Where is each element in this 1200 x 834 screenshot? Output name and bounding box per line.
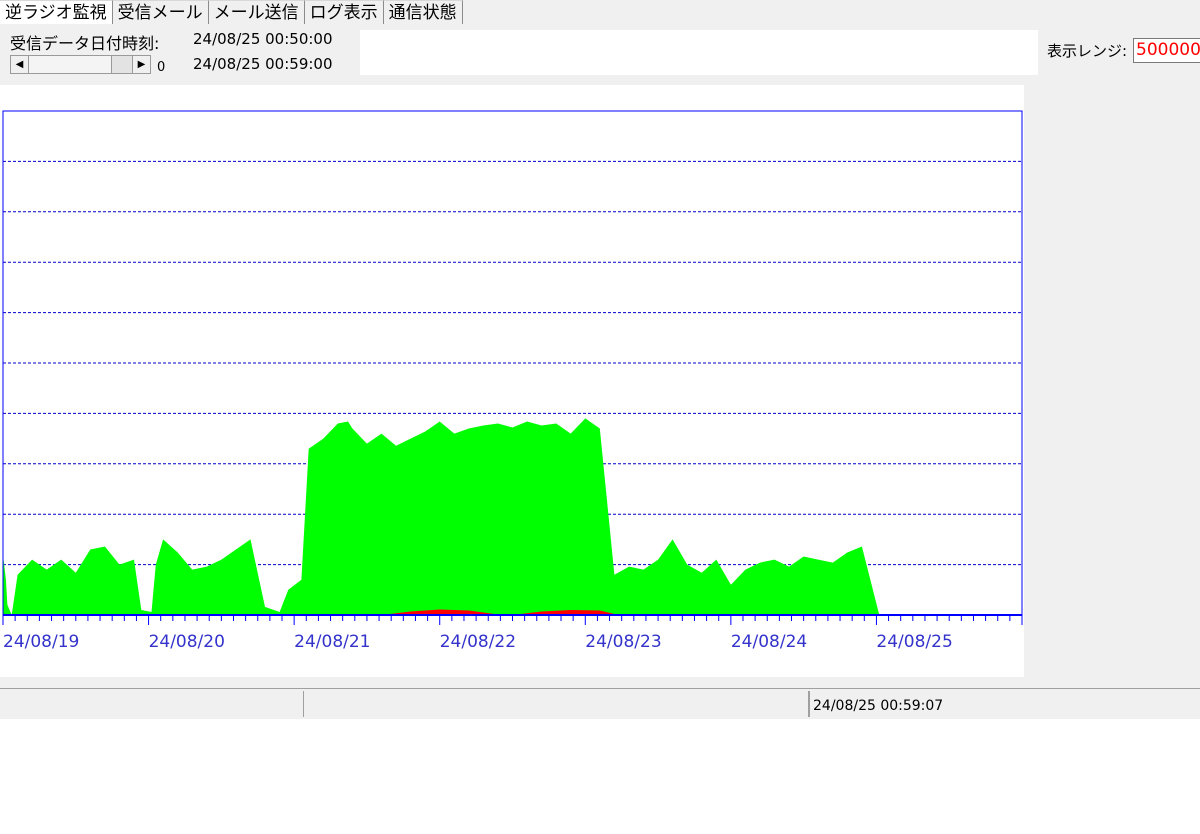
tab-received-mail[interactable]: 受信メール — [112, 0, 209, 24]
receive-datetime-label: 受信データ日付時刻: — [10, 34, 160, 53]
display-range-input[interactable]: 500000 — [1133, 38, 1200, 63]
receive-start-time: 24/08/25 00:50:00 — [193, 30, 333, 48]
receive-end-time: 24/08/25 00:59:00 — [193, 55, 333, 73]
x-tick-label: 24/08/20 — [149, 632, 225, 652]
x-tick-label: 24/08/25 — [876, 632, 952, 652]
tab-bar: 逆ラジオ監視 受信メール メール送信 ログ表示 通信状態 — [0, 0, 463, 26]
tab-reverse-radio-monitor[interactable]: 逆ラジオ監視 — [0, 0, 113, 24]
x-tick-label: 24/08/24 — [731, 632, 807, 652]
scroll-value: 0 — [157, 60, 166, 75]
scroll-right-icon[interactable]: ▶ — [132, 56, 150, 73]
message-display-box — [360, 30, 1038, 75]
series-area-0 — [3, 418, 883, 615]
status-bar: 24/08/25 00:59:07 — [0, 688, 1200, 719]
time-scrollbar[interactable]: ◀ ▶ — [10, 55, 151, 74]
x-tick-label: 24/08/19 — [3, 632, 79, 652]
status-panel-2 — [304, 691, 809, 717]
chart-series — [3, 418, 883, 615]
scroll-thumb[interactable] — [111, 56, 132, 73]
monitor-chart: 24/08/19 24/08/20 24/08/21 24/08/22 24/08/23… — [2, 110, 1023, 652]
chart-x-tick-labels: 24/08/19 24/08/20 24/08/21 24/08/22 24/08/23… — [3, 632, 953, 652]
scroll-left-icon[interactable]: ◀ — [11, 56, 29, 73]
tab-send-mail[interactable]: メール送信 — [208, 0, 305, 24]
app-window: 逆ラジオ監視 受信メール メール送信 ログ表示 通信状態 受信データ日付時刻: … — [0, 0, 1200, 719]
x-tick-label: 24/08/23 — [585, 632, 661, 652]
chart-panel: 24/08/19 24/08/20 24/08/21 24/08/22 24/08/23… — [0, 85, 1024, 677]
status-panel-1 — [0, 691, 304, 717]
x-tick-label: 24/08/22 — [440, 632, 516, 652]
status-timestamp: 24/08/25 00:59:07 — [809, 691, 1200, 717]
tab-log-view[interactable]: ログ表示 — [304, 0, 384, 24]
display-range-label: 表示レンジ: — [1047, 42, 1128, 60]
tab-connection-status[interactable]: 通信状態 — [383, 0, 463, 24]
x-tick-label: 24/08/21 — [294, 632, 370, 652]
